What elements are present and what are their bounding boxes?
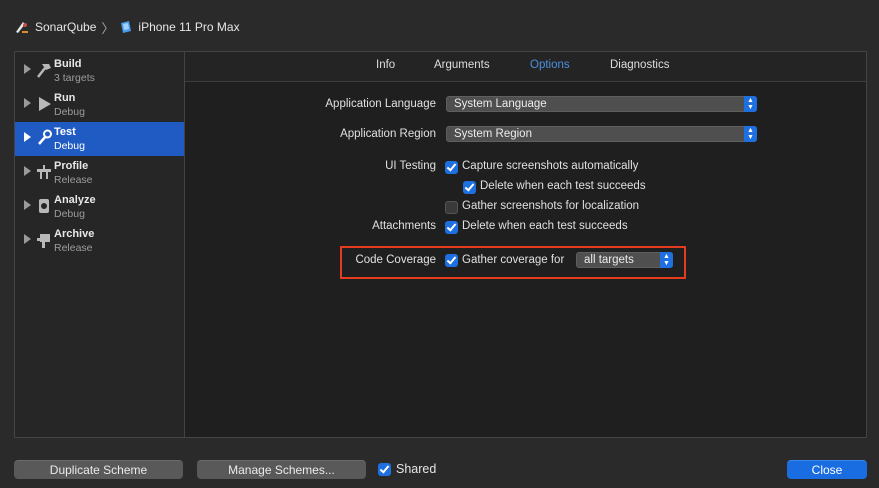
attachments-delete-checkbox[interactable] <box>445 221 458 234</box>
sidebar-item-label: Archive <box>54 228 95 240</box>
sidebar-item-sublabel: Release <box>54 174 93 186</box>
sidebar-item-label: Build <box>54 58 82 70</box>
tab-bar: Info Arguments Options Diagnostics <box>185 52 866 82</box>
scheme-breadcrumb[interactable]: SonarQube 〉 iPhone 11 Pro Max <box>14 18 240 36</box>
disclosure-triangle-icon[interactable] <box>24 200 31 210</box>
attachments-delete-label: Delete when each test succeeds <box>462 220 628 232</box>
app-region-popup[interactable]: System Region ▲ ▼ <box>446 126 757 142</box>
chevron-right-icon: 〉 <box>101 20 115 36</box>
wrench-icon <box>38 129 52 145</box>
scheme-action-sidebar: Build 3 targets Run Debug Test Debug Pro… <box>14 51 185 438</box>
disclosure-triangle-icon[interactable] <box>24 132 31 142</box>
sidebar-item-test[interactable]: Test Debug <box>15 122 184 156</box>
tab-options[interactable]: Options <box>530 59 570 71</box>
sidebar-item-sublabel: 3 targets <box>54 72 95 84</box>
delete-screenshots-label: Delete when each test succeeds <box>480 180 646 192</box>
coverage-targets-popup[interactable]: all targets ▲ ▼ <box>576 252 673 268</box>
disclosure-triangle-icon[interactable] <box>24 234 31 244</box>
shared-checkbox[interactable] <box>378 463 391 476</box>
sidebar-item-label: Run <box>54 92 76 104</box>
tab-arguments[interactable]: Arguments <box>434 59 490 71</box>
sidebar-item-run[interactable]: Run Debug <box>15 88 184 122</box>
iphone-device-icon <box>121 21 132 33</box>
gauge-icon <box>37 165 51 179</box>
gather-localization-checkbox[interactable] <box>445 201 458 214</box>
up-down-chevron-icon: ▲ ▼ <box>660 252 673 268</box>
attachments-label: Attachments <box>372 220 436 232</box>
tab-info[interactable]: Info <box>376 59 395 71</box>
sidebar-item-build[interactable]: Build 3 targets <box>15 54 184 88</box>
hammer-icon <box>37 64 51 78</box>
analyze-icon <box>39 199 49 213</box>
sidebar-item-sublabel: Release <box>54 242 93 254</box>
delete-screenshots-checkbox[interactable] <box>463 181 476 194</box>
app-language-popup[interactable]: System Language ▲ ▼ <box>446 96 757 112</box>
up-down-chevron-icon: ▲ ▼ <box>744 96 757 112</box>
project-name: SonarQube <box>35 20 97 34</box>
disclosure-triangle-icon[interactable] <box>24 98 31 108</box>
up-down-chevron-icon: ▲ ▼ <box>744 126 757 142</box>
play-icon <box>39 97 51 111</box>
duplicate-scheme-button[interactable]: Duplicate Scheme <box>14 460 183 479</box>
device-name: iPhone 11 Pro Max <box>138 20 240 34</box>
sidebar-item-sublabel: Debug <box>54 106 85 118</box>
sidebar-item-label: Profile <box>54 160 89 172</box>
close-button[interactable]: Close <box>787 460 867 479</box>
sidebar-item-label: Analyze <box>54 194 96 206</box>
app-language-label: Application Language <box>325 98 436 110</box>
shared-label: Shared <box>396 462 437 476</box>
sidebar-item-label: Test <box>54 126 76 138</box>
gather-coverage-label: Gather coverage for <box>462 254 565 266</box>
ui-testing-label: UI Testing <box>385 160 436 172</box>
tab-diagnostics[interactable]: Diagnostics <box>610 59 669 71</box>
coverage-targets-value: all targets <box>584 254 634 266</box>
archive-icon <box>37 234 50 248</box>
sidebar-item-sublabel: Debug <box>54 140 85 152</box>
app-region-label: Application Region <box>340 128 436 140</box>
app-region-value: System Region <box>454 128 532 140</box>
disclosure-triangle-icon[interactable] <box>24 64 31 74</box>
code-coverage-label: Code Coverage <box>355 254 436 266</box>
gather-localization-label: Gather screenshots for localization <box>462 200 640 212</box>
capture-screenshots-label: Capture screenshots automatically <box>462 160 639 172</box>
app-language-value: System Language <box>454 98 547 110</box>
manage-schemes-button[interactable]: Manage Schemes... <box>197 460 366 479</box>
sidebar-item-archive[interactable]: Archive Release <box>15 224 184 258</box>
sidebar-item-analyze[interactable]: Analyze Debug <box>15 190 184 224</box>
capture-screenshots-checkbox[interactable] <box>445 161 458 174</box>
sidebar-item-sublabel: Debug <box>54 208 85 220</box>
sidebar-item-profile[interactable]: Profile Release <box>15 156 184 190</box>
gather-coverage-checkbox[interactable] <box>445 254 458 267</box>
disclosure-triangle-icon[interactable] <box>24 166 31 176</box>
xcode-app-icon <box>16 22 28 33</box>
